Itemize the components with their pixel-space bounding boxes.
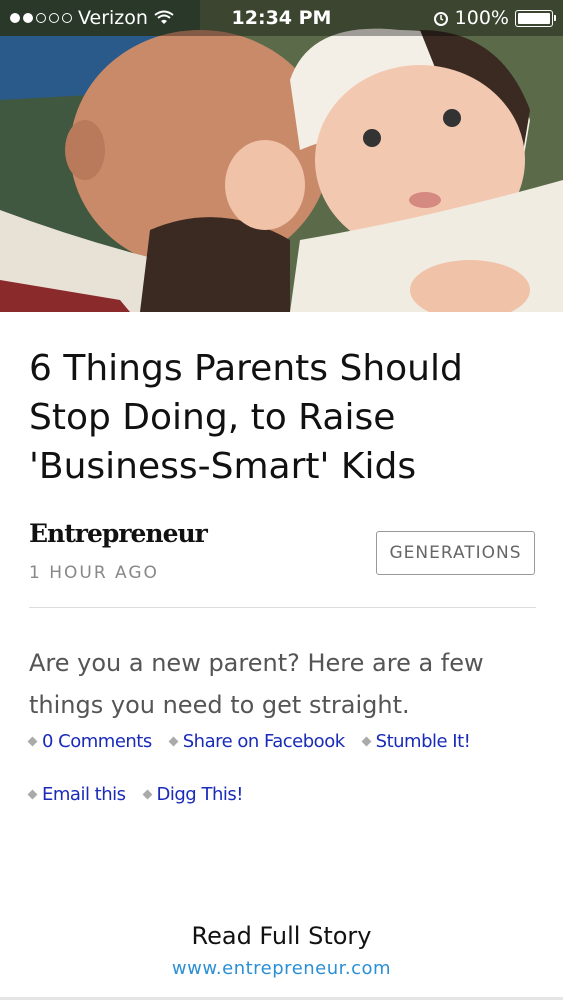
category-tag-button[interactable]: GENERATIONS <box>376 531 535 575</box>
status-bar: Verizon 12:34 PM 100% <box>0 0 563 36</box>
share-facebook-link[interactable]: Share on Facebook <box>168 731 345 752</box>
comments-link[interactable]: 0 Comments <box>27 731 152 752</box>
source-url-link[interactable]: www.entrepreneur.com <box>0 958 563 979</box>
article-title[interactable]: 6 Things Parents Should Stop Doing, to R… <box>29 344 529 491</box>
alarm-clock-icon <box>433 12 448 26</box>
battery-percent: 100% <box>454 7 509 29</box>
bullet-diamond-icon <box>168 736 179 747</box>
read-full-story-button[interactable]: Read Full Story <box>0 922 563 950</box>
divider <box>29 607 536 608</box>
email-link[interactable]: Email this <box>27 784 126 805</box>
bullet-diamond-icon <box>27 789 38 800</box>
photo-illustration <box>0 0 563 312</box>
share-links-row: Email this Digg This! <box>27 784 243 805</box>
bullet-diamond-icon <box>142 789 152 800</box>
stumble-link[interactable]: Stumble It! <box>361 731 471 752</box>
bullet-diamond-icon <box>361 736 372 747</box>
article-summary: Are you a new parent? Here are a few thi… <box>29 649 484 719</box>
battery-icon <box>515 9 556 27</box>
digg-link[interactable]: Digg This! <box>142 784 243 805</box>
article-hero-image[interactable] <box>0 0 563 312</box>
source-logo[interactable]: Entrepreneur <box>29 519 208 548</box>
status-right: 100% <box>433 7 556 29</box>
bullet-diamond-icon <box>27 736 38 747</box>
published-time: 1 HOUR AGO <box>29 563 159 583</box>
share-links-row: 0 Comments Share on Facebook Stumble It! <box>27 731 471 752</box>
